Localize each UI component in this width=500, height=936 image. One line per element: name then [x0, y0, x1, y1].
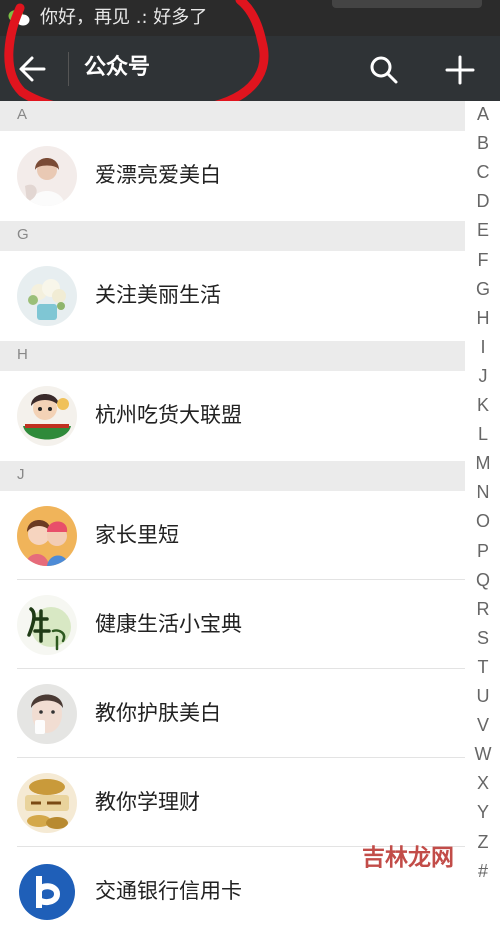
section-header-a: A: [0, 101, 465, 131]
index-letter[interactable]: K: [466, 394, 500, 416]
list-item[interactable]: 关注美丽生活: [0, 251, 465, 340]
index-letter[interactable]: W: [466, 743, 500, 765]
account-name: 交通银行信用卡: [95, 879, 242, 903]
avatar-calligraphy: [17, 595, 77, 655]
toolbar-divider: [68, 52, 69, 86]
plus-icon: [445, 55, 475, 85]
index-letter[interactable]: D: [466, 190, 500, 212]
list-item[interactable]: 杭州吃货大联盟: [0, 371, 465, 460]
index-letter[interactable]: H: [466, 307, 500, 329]
index-letter[interactable]: R: [466, 598, 500, 620]
index-letter[interactable]: J: [466, 365, 500, 387]
index-letter[interactable]: V: [466, 714, 500, 736]
index-letter[interactable]: Y: [466, 801, 500, 823]
index-letter[interactable]: E: [466, 219, 500, 241]
account-name: 健康生活小宝典: [95, 612, 242, 636]
account-name: 关注美丽生活: [95, 283, 221, 307]
notification-text: 你好，再见 .: 好多了: [40, 7, 208, 28]
index-letter[interactable]: T: [466, 656, 500, 678]
wechat-icon: [8, 10, 30, 26]
index-letter[interactable]: #: [466, 860, 500, 882]
action-bar: 公众号: [0, 36, 500, 101]
section-letter: A: [17, 106, 28, 123]
search-icon: [370, 56, 398, 84]
index-letter[interactable]: X: [466, 772, 500, 794]
index-letter[interactable]: G: [466, 278, 500, 300]
add-button[interactable]: [440, 50, 480, 90]
avatar-flowers: [17, 266, 77, 326]
index-letter[interactable]: U: [466, 685, 500, 707]
index-letter[interactable]: A: [466, 103, 500, 125]
index-letter[interactable]: C: [466, 161, 500, 183]
section-letter: G: [17, 226, 29, 243]
section-letter: J: [17, 466, 25, 483]
section-header-j: J: [0, 461, 465, 491]
list-item[interactable]: 家长里短: [0, 491, 465, 580]
account-name: 爱漂亮爱美白: [95, 163, 221, 187]
index-letter[interactable]: I: [466, 336, 500, 358]
index-letter[interactable]: P: [466, 540, 500, 562]
status-bar: 你好，再见 .: 好多了: [0, 0, 500, 36]
alphabet-index-bar[interactable]: A B C D E F G H I J K L M N O P Q R S T U V W X Y Z #: [466, 102, 500, 888]
index-letter[interactable]: O: [466, 510, 500, 532]
index-letter[interactable]: N: [466, 481, 500, 503]
index-letter[interactable]: Q: [466, 569, 500, 591]
section-header-h: H: [0, 341, 465, 371]
back-button[interactable]: [8, 44, 58, 94]
avatar-woman-white: [17, 146, 77, 206]
section-header-g: G: [0, 221, 465, 251]
index-letter[interactable]: M: [466, 452, 500, 474]
index-letter[interactable]: B: [466, 132, 500, 154]
arrow-left-icon: [19, 56, 46, 82]
list-item[interactable]: 教你学理财: [0, 758, 465, 847]
account-name: 教你护肤美白: [95, 701, 221, 725]
avatar-skincare: [17, 684, 77, 744]
avatar-couple: [17, 506, 77, 566]
account-name: 家长里短: [95, 523, 179, 547]
account-name: 教你学理财: [95, 790, 200, 814]
status-icons: [332, 0, 482, 8]
avatar-coins: [17, 773, 77, 833]
list-item[interactable]: 爱漂亮爱美白: [0, 131, 465, 220]
page-title: 公众号: [84, 55, 151, 80]
watermark: 吉林龙网: [362, 845, 454, 871]
list-item[interactable]: 教你护肤美白: [0, 669, 465, 758]
list-item[interactable]: 健康生活小宝典: [0, 580, 465, 669]
index-letter[interactable]: F: [466, 249, 500, 271]
index-letter[interactable]: L: [466, 423, 500, 445]
index-letter[interactable]: S: [466, 627, 500, 649]
avatar-bank: [17, 862, 77, 922]
avatar-cartoon-food: [17, 386, 77, 446]
account-name: 杭州吃货大联盟: [95, 403, 242, 427]
search-button[interactable]: [364, 50, 404, 90]
section-letter: H: [17, 346, 28, 363]
index-letter[interactable]: Z: [466, 831, 500, 853]
